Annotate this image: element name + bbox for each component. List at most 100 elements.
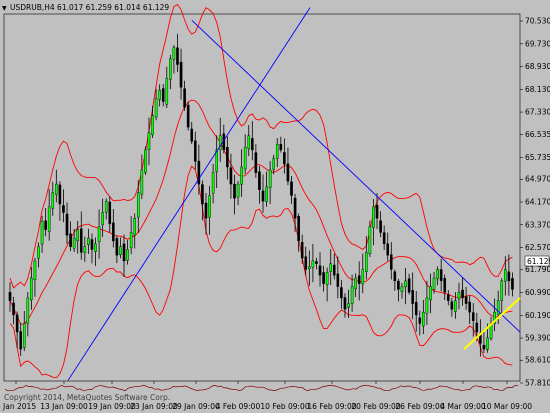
candle-body [429, 286, 432, 301]
candle-body [304, 256, 308, 270]
candle-body [79, 228, 83, 253]
candle-body [158, 89, 161, 100]
candle-body [58, 184, 62, 205]
candle-body [236, 183, 240, 198]
y-tick-label: 64.170 [525, 198, 550, 207]
candle-body [8, 292, 12, 301]
candle-body [40, 220, 44, 245]
candle-body [500, 280, 504, 301]
candle-body [357, 275, 361, 284]
candle-body [464, 296, 468, 304]
candle-body [97, 226, 101, 242]
y-tick-label: 57.810 [525, 379, 550, 388]
candle-body [350, 286, 354, 304]
candle-body [15, 314, 19, 333]
candle-body [122, 243, 126, 262]
candle-body [446, 294, 450, 301]
candle-body [179, 61, 183, 88]
candle-body [397, 280, 400, 290]
candle-body [76, 229, 80, 241]
candle-body [347, 303, 350, 308]
y-tick-label: 65.735 [525, 153, 550, 162]
x-tick-label: 20 Feb 09:00 [351, 402, 400, 411]
current-price-value: 61.129 [527, 257, 550, 266]
candle-body [268, 169, 272, 189]
candle-body [265, 186, 268, 202]
candle-body [471, 312, 475, 321]
candle-body [290, 181, 293, 196]
candle-body [272, 158, 275, 170]
candle-body [19, 331, 22, 350]
copyright-watermark: Copyright 2014, MetaQuotes Software Corp… [4, 393, 170, 402]
candle-body [504, 269, 507, 282]
candle-body [251, 138, 254, 151]
dropdown-arrow-icon[interactable]: ▼ [2, 5, 7, 12]
candle-body [386, 243, 390, 256]
candle-body [12, 302, 15, 316]
candle-body [119, 246, 122, 255]
y-tick-label: 69.730 [525, 39, 550, 48]
candle-body [229, 167, 233, 185]
candle-body [190, 128, 194, 142]
candle-body [414, 301, 418, 316]
candle-body [475, 322, 479, 333]
candle-body [329, 263, 333, 272]
candle-body [204, 202, 208, 219]
candle-body [293, 197, 297, 219]
candle-body [201, 184, 204, 205]
x-tick-label: 10 Feb 09:00 [260, 402, 309, 411]
x-tick-label: 10 Mar 09:00 [482, 402, 532, 411]
candle-body [436, 269, 439, 280]
candle-body [126, 249, 129, 261]
candle-body [108, 201, 112, 225]
candle-body [140, 169, 144, 195]
candle-body [393, 271, 397, 282]
x-tick-label: 13 Jan 09:00 [40, 402, 88, 411]
candle-body [404, 280, 407, 288]
candle-body [51, 192, 55, 209]
candle-body [72, 237, 76, 249]
candle-body [375, 204, 379, 219]
candle-body [322, 272, 325, 284]
candle-body [161, 88, 165, 102]
candle-body [275, 144, 279, 159]
y-tick-label: 70.530 [525, 17, 550, 26]
candle-body [254, 152, 258, 173]
y-tick-label: 60.190 [525, 311, 550, 320]
candle-body [183, 88, 186, 108]
y-tick-label: 67.330 [525, 108, 550, 117]
candle-body [457, 292, 461, 300]
chart-container[interactable]: 70.530 69.730 68.930 68.130 67.330 66.535 65.7… [0, 0, 550, 413]
candle-body [62, 205, 65, 213]
candle-body [361, 269, 365, 285]
price-chart[interactable]: 70.530 69.730 68.930 68.130 67.330 66.535 65.7… [0, 0, 550, 413]
candle-body [461, 289, 464, 299]
candle-body [172, 47, 176, 60]
candle-body [411, 290, 414, 304]
candle-body [169, 58, 172, 80]
candle-body [233, 183, 236, 199]
candle-body [297, 216, 300, 242]
candle-body [112, 222, 115, 242]
y-tick-label: 60.990 [525, 288, 550, 297]
candle-body [336, 273, 340, 287]
candle-body [279, 143, 283, 151]
candle-body [511, 278, 514, 290]
candle-body [151, 115, 154, 136]
candle-body [147, 132, 151, 150]
candle-body [425, 297, 429, 314]
candle-body [211, 172, 215, 194]
candle-body [432, 277, 436, 290]
y-tick-label: 68.130 [525, 85, 550, 94]
candle-body [308, 266, 311, 269]
candle-body [133, 218, 137, 236]
candle-body [407, 278, 411, 293]
y-tick-label: 58.610 [525, 356, 550, 365]
x-tick-label: 4 Mar 09:00 [440, 402, 486, 411]
candle-body [450, 301, 454, 310]
candle-body [354, 277, 357, 290]
candle-body [115, 238, 119, 256]
current-price-tag: 61.129 [524, 255, 550, 267]
candle-body [418, 317, 422, 324]
candle-body [283, 152, 286, 165]
